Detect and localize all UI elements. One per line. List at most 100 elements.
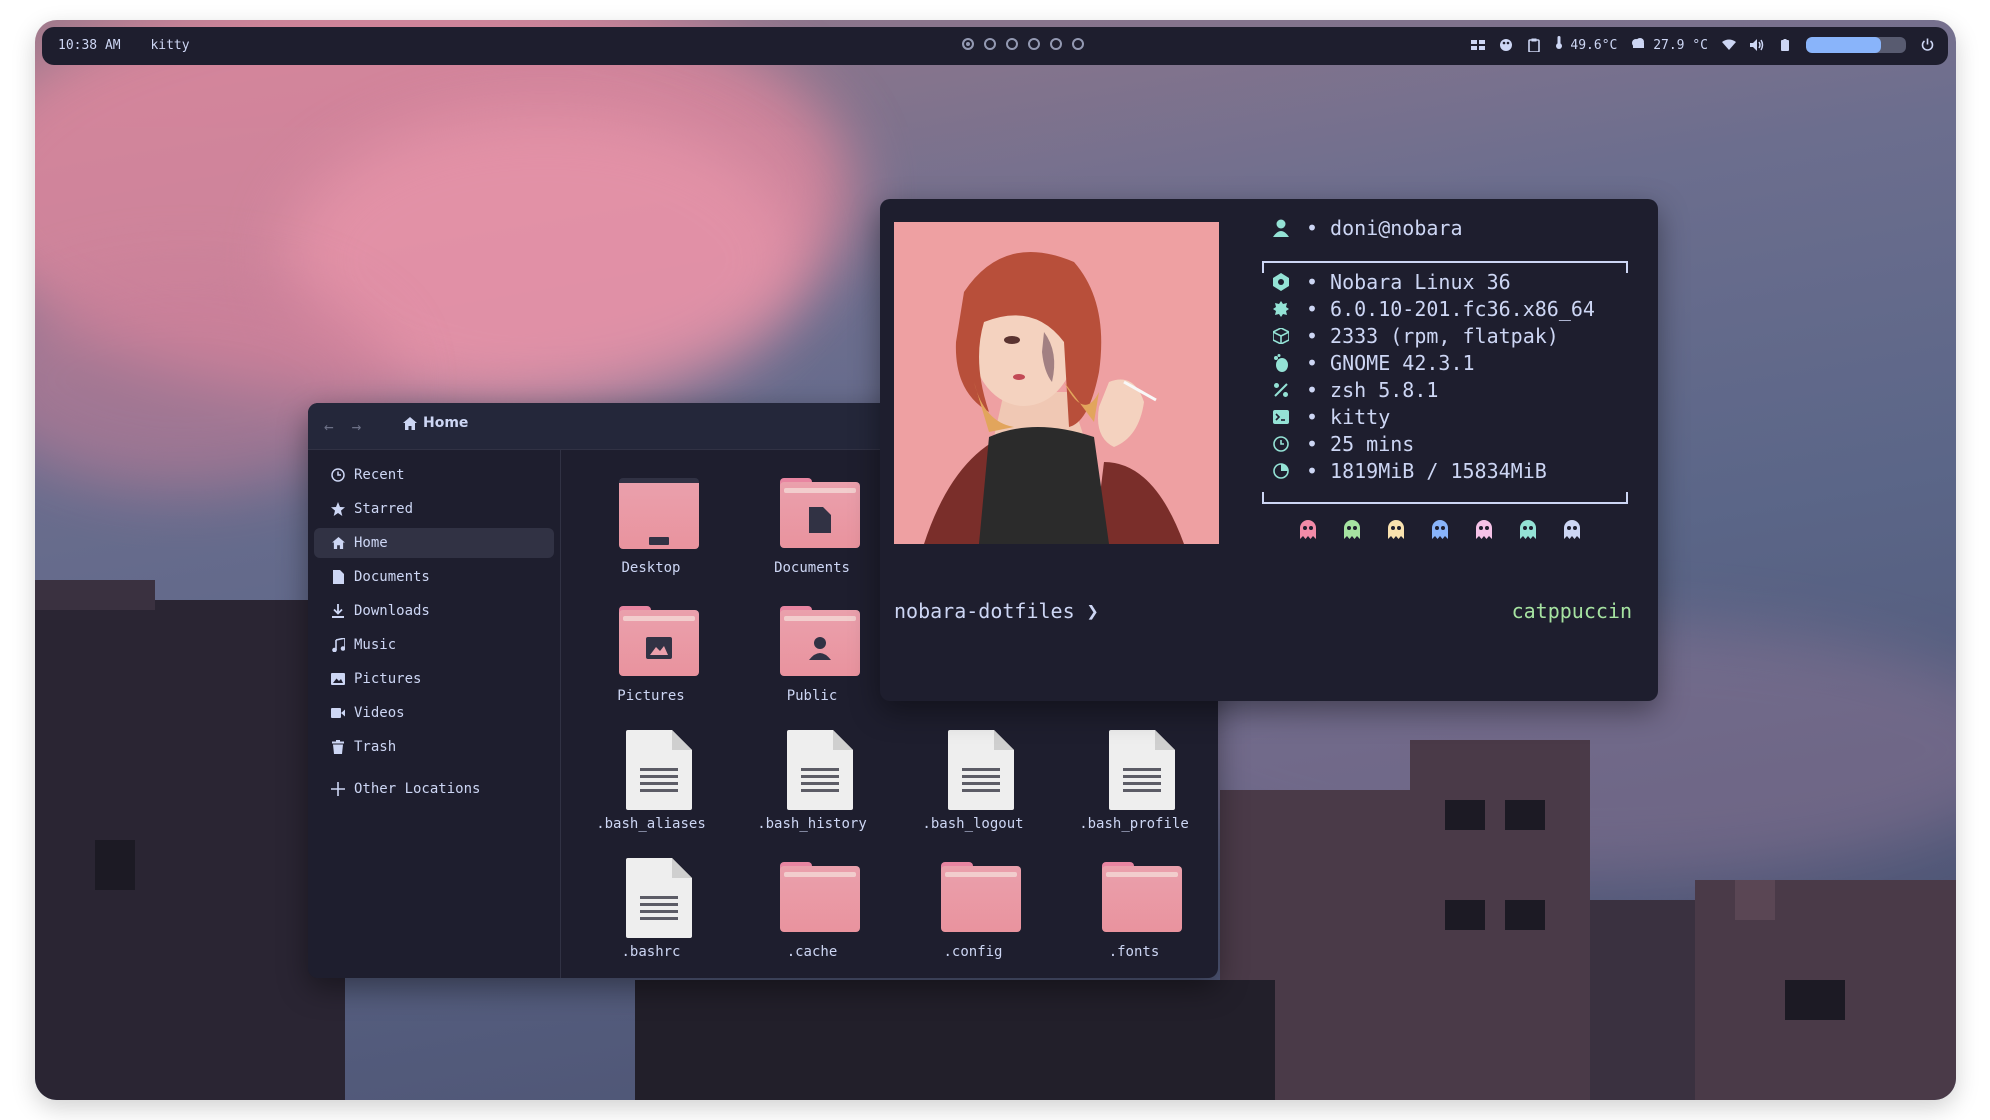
ghost-icon — [1432, 520, 1448, 539]
folder-icon — [619, 478, 699, 549]
file-item-bash-logout[interactable]: .bash_logout — [903, 726, 1043, 846]
clock-icon — [1270, 433, 1292, 455]
back-arrow-icon[interactable]: ← — [324, 417, 334, 436]
ghost-icon — [1300, 520, 1316, 539]
fetch-line-shell: • zsh 5.8.1 — [1270, 377, 1438, 403]
sidebar-item-label: Home — [354, 535, 388, 551]
file-item-fonts[interactable]: .fonts — [1064, 854, 1204, 974]
fetch-line-packages: • 2333 (rpm, flatpak) — [1270, 323, 1559, 349]
breadcrumb-home[interactable]: Home — [423, 415, 468, 431]
fetch-line-memory: • 1819MiB / 15834MiB — [1270, 458, 1547, 484]
volume-slider-fill — [1806, 36, 1881, 53]
fetch-line-terminal: • kitty — [1270, 404, 1390, 430]
building-bottom — [635, 980, 1275, 1100]
workspace-4[interactable] — [1028, 38, 1040, 50]
kernel-icon — [1270, 298, 1292, 320]
sidebar-item-label: Pictures — [354, 671, 422, 687]
volume-slider[interactable] — [1806, 36, 1906, 53]
picture-icon — [330, 671, 346, 687]
file-label: .bash_profile — [1079, 816, 1189, 832]
active-window-title: kitty — [150, 38, 190, 53]
package-icon — [1270, 325, 1292, 347]
text-file-icon — [1109, 730, 1175, 810]
file-item-bash-aliases[interactable]: .bash_aliases — [581, 726, 721, 846]
sidebar-item-label: Music — [354, 637, 397, 653]
workspace-6[interactable] — [1072, 38, 1084, 50]
forward-arrow-icon[interactable]: → — [352, 417, 362, 436]
text-file-icon — [626, 858, 692, 938]
fetch-value: zsh 5.8.1 — [1330, 378, 1439, 402]
home-icon — [403, 416, 417, 430]
workspace-2[interactable] — [984, 38, 996, 50]
workspace-3[interactable] — [1006, 38, 1018, 50]
home-icon — [330, 535, 346, 551]
volume-icon[interactable] — [1750, 38, 1764, 52]
fetch-value: kitty — [1330, 405, 1391, 429]
prompt-directory: nobara-dotfiles — [894, 599, 1075, 623]
file-item-desktop[interactable]: Desktop — [581, 470, 721, 590]
file-item-config[interactable]: .config — [903, 854, 1043, 974]
file-item-cache[interactable]: .cache — [742, 854, 882, 974]
breadcrumb[interactable]: Home — [403, 415, 468, 431]
sidebar-item-videos[interactable]: Videos — [314, 698, 554, 728]
file-item-bash-history[interactable]: .bash_history — [742, 726, 882, 846]
palette-icon[interactable] — [1499, 38, 1513, 52]
star-icon — [330, 501, 346, 517]
file-item-bashrc[interactable]: .bashrc — [581, 854, 721, 974]
trash-icon — [330, 739, 346, 755]
file-item-bash-profile[interactable]: .bash_profile — [1064, 726, 1204, 846]
file-item-public[interactable]: Public — [742, 598, 882, 718]
folder-icon — [780, 862, 860, 932]
fetch-value: 1819MiB / 15834MiB — [1330, 459, 1547, 483]
file-label: Documents — [774, 560, 850, 576]
folder-icon — [1102, 862, 1182, 932]
sidebar-item-trash[interactable]: Trash — [314, 732, 554, 762]
sidebar-item-home[interactable]: Home — [314, 528, 554, 558]
terminal-window[interactable]: • doni@nobara • Nobara Linux 36 • 6.0.10-2… — [880, 199, 1658, 701]
building-window — [1785, 980, 1845, 1020]
file-label: .bash_aliases — [596, 816, 706, 832]
video-icon — [330, 705, 346, 721]
file-item-documents[interactable]: Documents — [742, 470, 882, 590]
user-icon — [1270, 217, 1292, 239]
sidebar-item-other-locations[interactable]: Other Locations — [314, 774, 554, 804]
weather-value: 27.9 °C — [1653, 37, 1708, 53]
sidebar: Recent Starred Home Documents Downloads … — [308, 450, 561, 978]
text-file-icon — [948, 730, 1014, 810]
sidebar-item-documents[interactable]: Documents — [314, 562, 554, 592]
file-item-pictures[interactable]: Pictures — [581, 598, 721, 718]
fetch-value: Nobara Linux 36 — [1330, 270, 1511, 294]
theme-label: catppuccin — [1511, 599, 1632, 623]
sidebar-item-recent[interactable]: Recent — [314, 460, 554, 490]
ghost-icon — [1520, 520, 1536, 539]
sidebar-item-label: Downloads — [354, 603, 430, 619]
thermometer-icon — [1555, 36, 1562, 49]
clipboard-icon[interactable] — [1527, 38, 1541, 52]
weather: 27.9 °C — [1631, 37, 1708, 53]
sidebar-item-music[interactable]: Music — [314, 630, 554, 660]
fetch-user-line: • doni@nobara — [1270, 215, 1463, 241]
top-bar: 10:38 AM kitty 49.6°C 27.9 °C — [42, 27, 1948, 65]
sidebar-item-label: Trash — [354, 739, 397, 755]
wifi-icon[interactable] — [1722, 38, 1736, 52]
battery-icon — [1778, 38, 1792, 52]
sidebar-item-pictures[interactable]: Pictures — [314, 664, 554, 694]
document-icon — [330, 569, 346, 585]
power-icon[interactable] — [1920, 38, 1934, 52]
building-left-2 — [165, 640, 285, 1100]
workspace-1[interactable] — [962, 38, 974, 50]
file-label: Public — [786, 688, 838, 704]
clock-icon — [330, 467, 346, 483]
building-window — [1505, 900, 1545, 930]
grid-icon[interactable] — [1470, 38, 1485, 52]
file-label: .fonts — [1108, 944, 1160, 960]
workspace-5[interactable] — [1050, 38, 1062, 50]
file-label: .config — [943, 944, 1003, 960]
sidebar-item-starred[interactable]: Starred — [314, 494, 554, 524]
anime-portrait-image — [894, 222, 1219, 544]
folder-icon — [780, 478, 860, 548]
roof-box — [1735, 880, 1775, 920]
sidebar-item-downloads[interactable]: Downloads — [314, 596, 554, 626]
fetch-value: 2333 (rpm, flatpak) — [1330, 324, 1559, 348]
clock[interactable]: 10:38 AM — [58, 38, 121, 53]
